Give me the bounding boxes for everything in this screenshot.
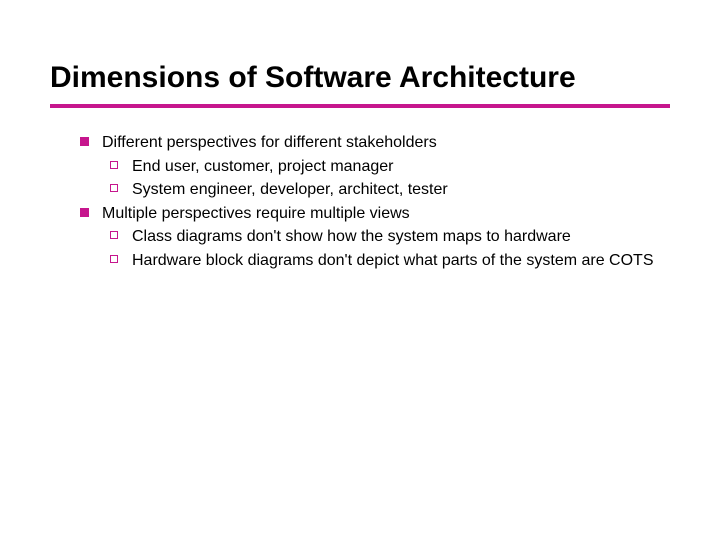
list-subitem: End user, customer, project manager — [110, 156, 670, 178]
list-subitem: Class diagrams don't show how the system… — [110, 226, 670, 248]
list-subitem-text: System engineer, developer, architect, t… — [132, 179, 670, 201]
hollow-square-bullet-icon — [110, 255, 118, 263]
list-subitem-text: Hardware block diagrams don't depict wha… — [132, 250, 670, 272]
list-subitem: System engineer, developer, architect, t… — [110, 179, 670, 201]
list-item-text: Multiple perspectives require multiple v… — [102, 205, 410, 222]
list-subitem: Hardware block diagrams don't depict wha… — [110, 250, 670, 272]
slide: Dimensions of Software Architecture Diff… — [0, 0, 720, 540]
list-subitem-text: End user, customer, project manager — [132, 156, 670, 178]
list-item: Different perspectives for different sta… — [80, 132, 670, 154]
slide-title: Dimensions of Software Architecture — [50, 60, 670, 96]
hollow-square-bullet-icon — [110, 161, 118, 169]
hollow-square-bullet-icon — [110, 184, 118, 192]
list-item-text: Different perspectives for different sta… — [102, 134, 437, 151]
square-bullet-icon — [80, 137, 89, 146]
slide-content: Different perspectives for different sta… — [50, 132, 670, 272]
hollow-square-bullet-icon — [110, 231, 118, 239]
list-item: Multiple perspectives require multiple v… — [80, 203, 670, 225]
list-subitem-text: Class diagrams don't show how the system… — [132, 226, 670, 248]
square-bullet-icon — [80, 208, 89, 217]
title-underline — [50, 104, 670, 108]
